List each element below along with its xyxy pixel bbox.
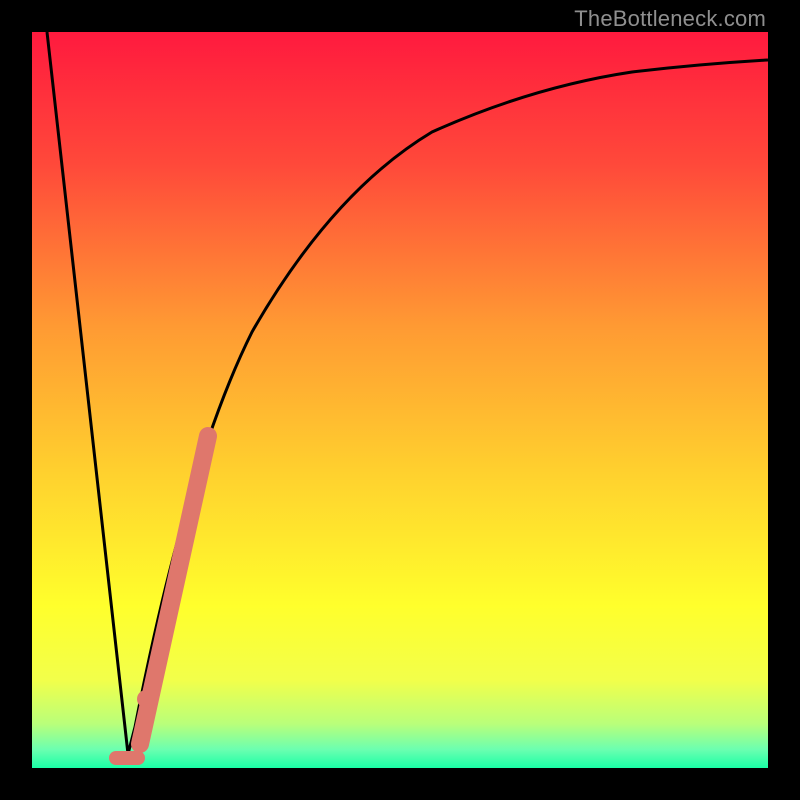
chart-frame: TheBottleneck.com	[0, 0, 800, 800]
bottleneck-curve	[32, 32, 768, 768]
watermark-text: TheBottleneck.com	[574, 6, 766, 32]
plot-area	[32, 32, 768, 768]
highlight-dot	[137, 690, 155, 708]
